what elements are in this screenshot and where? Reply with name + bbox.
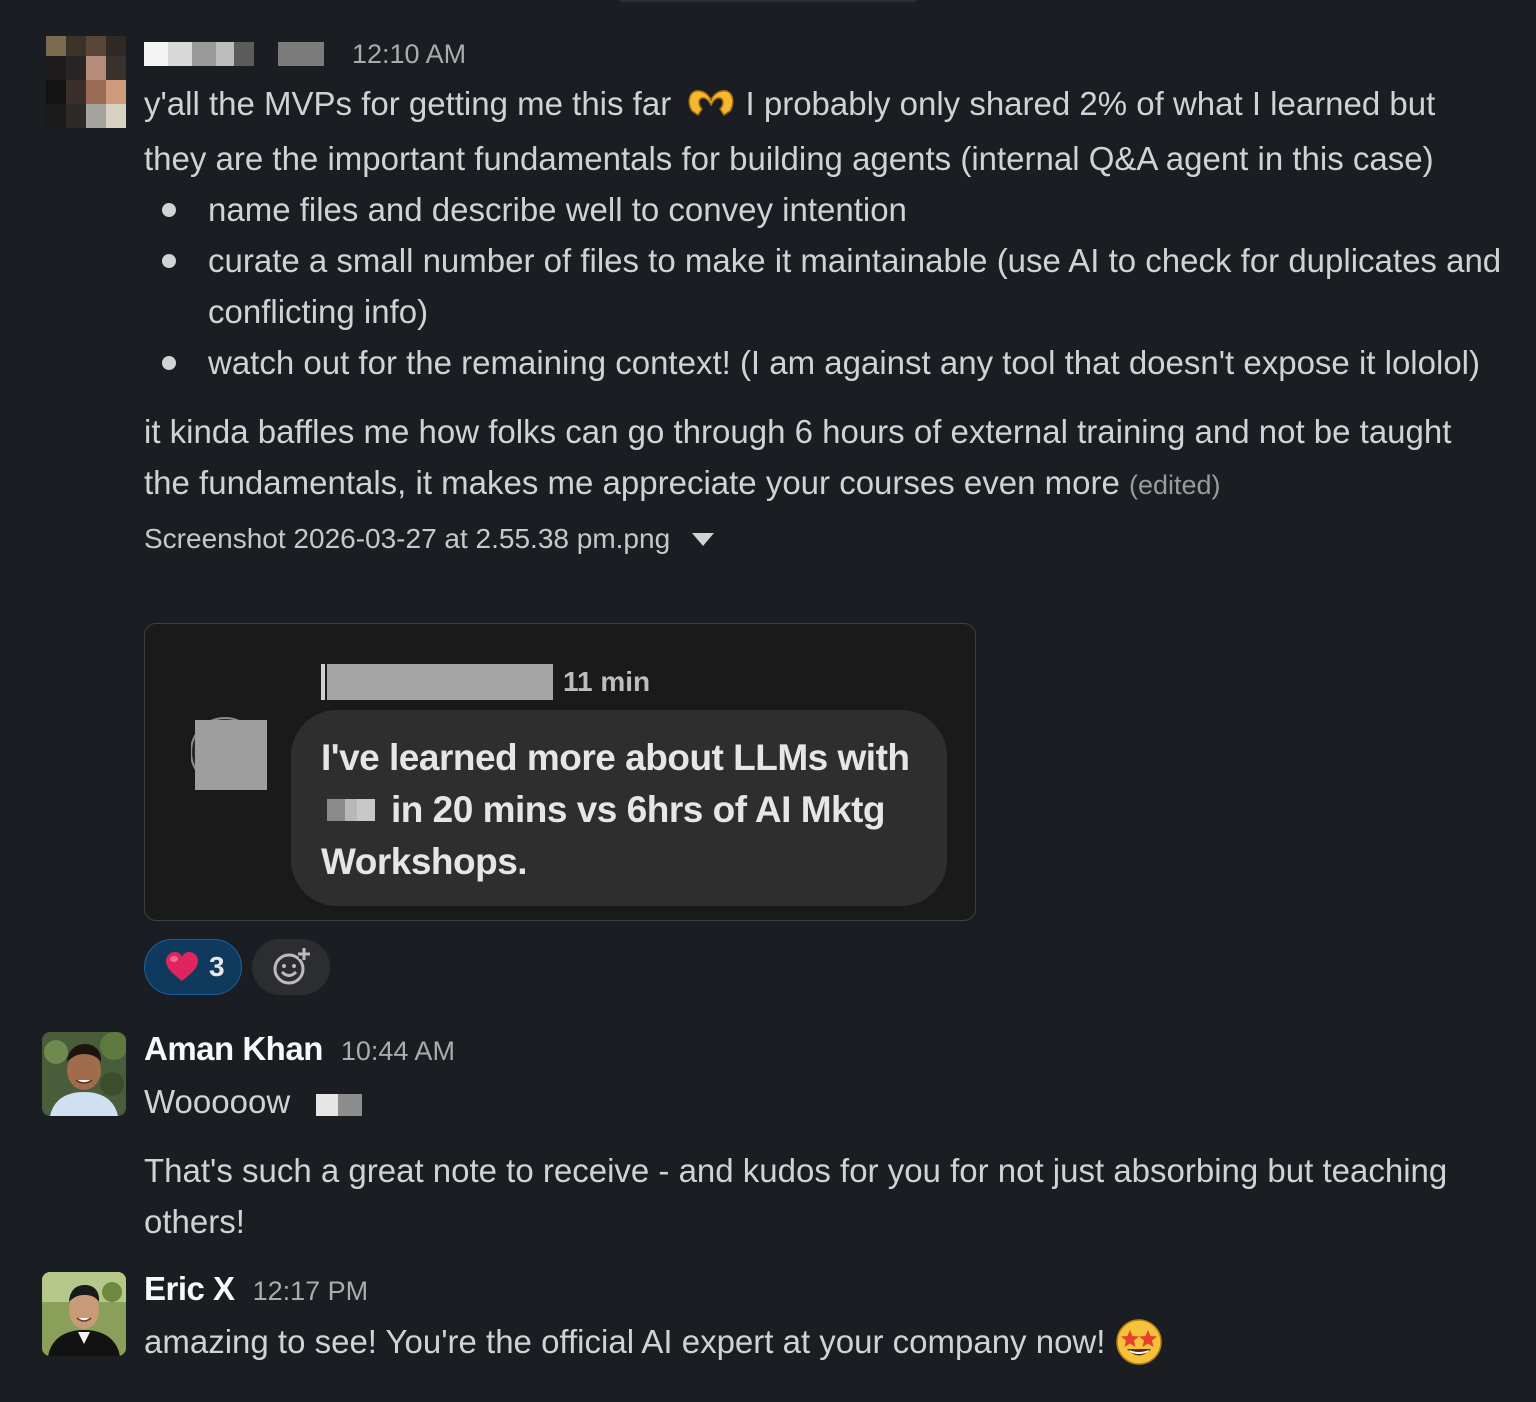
pixelated-avatar-image bbox=[46, 36, 126, 128]
message-text: Wooooow bbox=[144, 1083, 291, 1120]
redacted-emoji bbox=[316, 1093, 363, 1116]
message-bubble: I've learned more about LLMs with in 20 … bbox=[291, 710, 947, 906]
reaction-count: 3 bbox=[209, 951, 225, 982]
message-text: amazing to see! You're the official AI e… bbox=[144, 1323, 1106, 1360]
bubble-line: in 20 mins vs 6hrs of AI Mktg bbox=[391, 789, 886, 830]
bubble-line: I've learned more about LLMs with bbox=[321, 737, 910, 778]
heart-hands-emoji-icon bbox=[686, 82, 736, 133]
redacted-sender-name bbox=[321, 664, 553, 700]
redacted-mention bbox=[327, 799, 375, 821]
avatar[interactable] bbox=[46, 36, 126, 128]
list-item: name files and describe well to convey i… bbox=[144, 184, 1504, 235]
redacted-avatar bbox=[191, 717, 267, 790]
attachment-time: 11 min bbox=[563, 666, 651, 697]
add-reaction-button[interactable] bbox=[252, 939, 330, 995]
avatar-aman-khan[interactable] bbox=[42, 1032, 126, 1116]
author-name[interactable]: Eric X bbox=[144, 1270, 235, 1308]
attachment-filename[interactable]: Screenshot 2026-03-27 at 2.55.38 pm.png bbox=[144, 523, 670, 555]
top-divider bbox=[620, 0, 916, 2]
message-timestamp[interactable]: 12:10 AM bbox=[352, 39, 466, 70]
redacted-author-name[interactable] bbox=[144, 42, 334, 66]
star-struck-emoji-icon bbox=[1115, 1318, 1163, 1366]
chevron-down-icon[interactable] bbox=[692, 532, 715, 546]
author-name[interactable]: Aman Khan bbox=[144, 1030, 323, 1068]
avatar-eric-x[interactable] bbox=[42, 1272, 126, 1356]
bubble-line: Workshops. bbox=[321, 841, 528, 882]
list-item: curate a small number of files to make i… bbox=[144, 235, 1504, 337]
red-heart-icon bbox=[165, 951, 199, 983]
message-text: That's such a great note to receive - an… bbox=[144, 1152, 1448, 1240]
message-timestamp[interactable]: 10:44 AM bbox=[341, 1036, 455, 1067]
message-paragraph: it kinda baffles me how folks can go thr… bbox=[144, 413, 1452, 501]
image-attachment[interactable]: 11 min I've learned more about LLMs with… bbox=[144, 623, 976, 921]
list-item: watch out for the remaining context! (I … bbox=[144, 337, 1504, 388]
message-intro: y'all the MVPs for getting me this far bbox=[144, 85, 672, 122]
edited-label: (edited) bbox=[1129, 470, 1221, 500]
reaction-heart-button[interactable]: 3 bbox=[144, 939, 242, 995]
message-text: y'all the MVPs for getting me this far I… bbox=[144, 78, 1504, 184]
message-timestamp[interactable]: 12:17 PM bbox=[253, 1276, 369, 1307]
add-emoji-icon bbox=[273, 948, 310, 985]
bullet-list: name files and describe well to convey i… bbox=[144, 184, 1504, 388]
